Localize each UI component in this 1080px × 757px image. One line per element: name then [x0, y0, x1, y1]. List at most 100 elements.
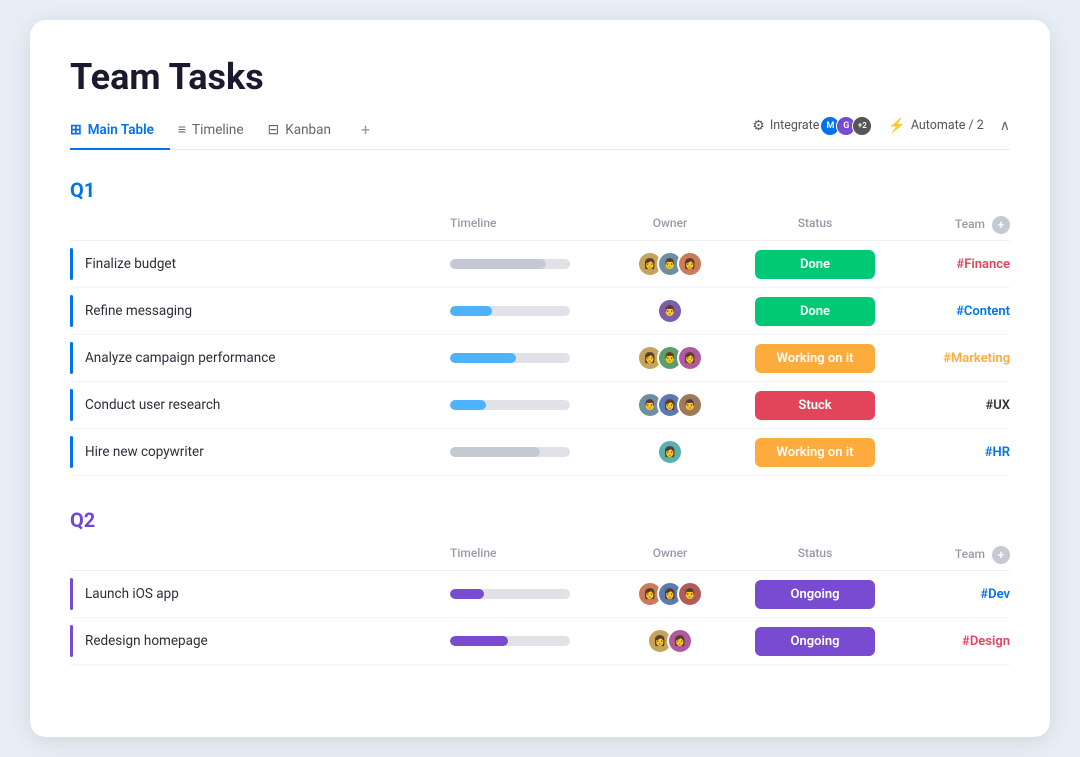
owner-cell: 👩 👩 👨 — [610, 581, 730, 607]
q1-add-column[interactable]: + — [992, 216, 1010, 234]
table-row: Launch iOS app 👩 👩 👨 Ongoing #Dev — [70, 571, 1010, 618]
integrate-action[interactable]: ⚙ Integrate M G +2 — [752, 116, 872, 136]
avatars: 👩 👩 👨 — [637, 581, 703, 607]
timeline-fill — [450, 259, 546, 269]
q2-label: Q2 — [70, 508, 1010, 532]
task-name: Hire new copywriter — [85, 444, 204, 460]
collapse-action[interactable]: ∧ — [1000, 118, 1010, 134]
task-name-cell: Finalize budget — [70, 248, 450, 280]
avatar: 👩 — [667, 628, 693, 654]
owner-cell: 👩 👨 👩 — [610, 345, 730, 371]
main-card: Team Tasks ⊞ Main Table ≡ Timeline ⊟ Kan… — [30, 20, 1050, 737]
q1-col-task — [82, 216, 450, 234]
timeline-fill — [450, 353, 516, 363]
status-cell[interactable]: Done — [730, 250, 900, 279]
table-row: Finalize budget 👩 👨 👩 Done #Finance — [70, 241, 1010, 288]
status-cell[interactable]: Working on it — [730, 344, 900, 373]
chevron-up-icon: ∧ — [1000, 118, 1010, 134]
avatars: 👩 👨 👩 — [637, 345, 703, 371]
task-bar — [70, 342, 73, 374]
status-badge[interactable]: Ongoing — [755, 627, 875, 656]
task-name-cell: Conduct user research — [70, 389, 450, 421]
avatar: 👨 — [657, 298, 683, 324]
q1-col-team: Team + — [900, 216, 1010, 234]
status-cell[interactable]: Ongoing — [730, 580, 900, 609]
integrate-avatars: M G +2 — [824, 116, 872, 136]
integrate-label: Integrate — [770, 118, 820, 133]
team-cell: #HR — [900, 445, 1010, 460]
status-cell[interactable]: Ongoing — [730, 627, 900, 656]
q2-col-task — [82, 546, 450, 564]
timeline-cell — [450, 353, 610, 363]
tab-actions: ⚙ Integrate M G +2 ⚡ Automate / 2 ∧ — [752, 116, 1010, 146]
tab-timeline-label: Timeline — [192, 122, 244, 138]
tab-add[interactable]: + — [355, 112, 376, 149]
kanban-icon: ⊟ — [268, 122, 280, 138]
timeline-track — [450, 353, 570, 363]
task-bar — [70, 248, 73, 280]
tab-main-table[interactable]: ⊞ Main Table — [70, 114, 170, 150]
avatar: 👩 — [677, 345, 703, 371]
task-name: Launch iOS app — [85, 586, 179, 602]
task-name: Analyze campaign performance — [85, 350, 275, 366]
team-cell: #UX — [900, 398, 1010, 413]
timeline-fill — [450, 447, 540, 457]
task-name: Refine messaging — [85, 303, 192, 319]
avatar: 👩 — [677, 251, 703, 277]
page-title: Team Tasks — [70, 56, 1010, 98]
avatars: 👨 👩 👨 — [637, 392, 703, 418]
q1-table-header: Timeline Owner Status Team + — [70, 216, 1010, 241]
team-cell: #Dev — [900, 587, 1010, 602]
timeline-cell — [450, 259, 610, 269]
avatar: 👩 — [657, 439, 683, 465]
task-name: Finalize budget — [85, 256, 176, 272]
timeline-cell — [450, 447, 610, 457]
status-badge[interactable]: Done — [755, 250, 875, 279]
avatar: 👨 — [677, 392, 703, 418]
owner-cell: 👩 👩 — [610, 628, 730, 654]
team-cell: #Design — [900, 634, 1010, 649]
avatars: 👩 👩 — [647, 628, 693, 654]
integrate-av3: +2 — [852, 116, 872, 136]
status-cell[interactable]: Stuck — [730, 391, 900, 420]
timeline-track — [450, 259, 570, 269]
q2-col-status: Status — [730, 546, 900, 564]
status-cell[interactable]: Working on it — [730, 438, 900, 467]
q1-col-status: Status — [730, 216, 900, 234]
timeline-track — [450, 447, 570, 457]
status-badge[interactable]: Stuck — [755, 391, 875, 420]
status-badge[interactable]: Working on it — [755, 438, 875, 467]
table-row: Hire new copywriter 👩 Working on it #HR — [70, 429, 1010, 476]
task-name-cell: Launch iOS app — [70, 578, 450, 610]
status-badge[interactable]: Ongoing — [755, 580, 875, 609]
q1-col-owner: Owner — [610, 216, 730, 234]
table-row: Analyze campaign performance 👩 👨 👩 Worki… — [70, 335, 1010, 382]
q2-col-team: Team + — [900, 546, 1010, 564]
timeline-track — [450, 589, 570, 599]
main-table-icon: ⊞ — [70, 122, 82, 138]
table-row: Refine messaging 👨 Done #Content — [70, 288, 1010, 335]
q2-add-column[interactable]: + — [992, 546, 1010, 564]
q1-label: Q1 — [70, 178, 1010, 202]
automate-action[interactable]: ⚡ Automate / 2 — [888, 118, 983, 134]
status-cell[interactable]: Done — [730, 297, 900, 326]
status-badge[interactable]: Working on it — [755, 344, 875, 373]
status-badge[interactable]: Done — [755, 297, 875, 326]
owner-cell: 👩 — [610, 439, 730, 465]
owner-cell: 👨 — [610, 298, 730, 324]
task-name-cell: Analyze campaign performance — [70, 342, 450, 374]
integrate-icon: ⚙ — [752, 118, 765, 134]
timeline-fill — [450, 636, 508, 646]
tab-timeline[interactable]: ≡ Timeline — [178, 113, 260, 150]
team-cell: #Marketing — [900, 351, 1010, 366]
timeline-icon: ≡ — [178, 121, 186, 138]
q2-table-header: Timeline Owner Status Team + — [70, 546, 1010, 571]
section-q2: Q2 Timeline Owner Status Team + Launch i… — [70, 508, 1010, 665]
avatars: 👨 — [657, 298, 683, 324]
team-cell: #Content — [900, 304, 1010, 319]
timeline-track — [450, 306, 570, 316]
avatars: 👩 — [657, 439, 683, 465]
task-name: Conduct user research — [85, 397, 220, 413]
timeline-fill — [450, 306, 492, 316]
tab-kanban[interactable]: ⊟ Kanban — [268, 114, 347, 150]
